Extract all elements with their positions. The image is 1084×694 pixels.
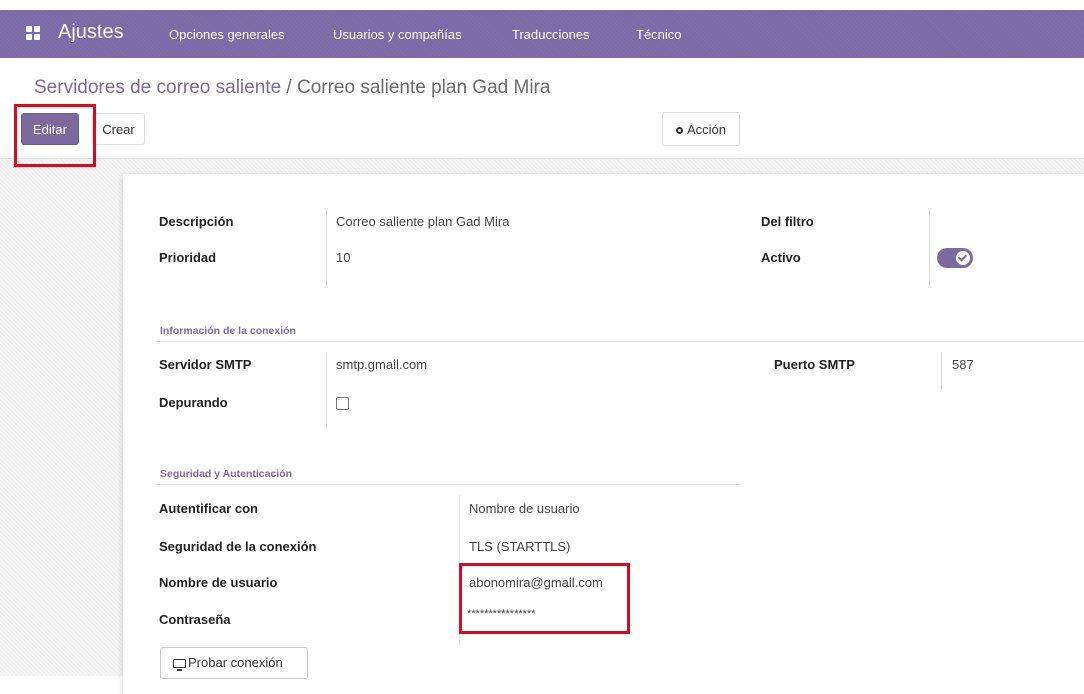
description-label: Descripción bbox=[159, 214, 234, 229]
smtp-port-field[interactable]: 587 bbox=[952, 357, 974, 372]
field-divider bbox=[326, 210, 327, 286]
conn-security-field[interactable]: TLS (STARTTLS) bbox=[469, 539, 570, 554]
breadcrumb-separator: / bbox=[286, 77, 292, 98]
active-label: Activo bbox=[761, 250, 801, 265]
debug-label: Depurando bbox=[159, 395, 228, 410]
smtp-server-label: Servidor SMTP bbox=[159, 357, 252, 372]
breadcrumb: Servidores de correo saliente / Correo s… bbox=[34, 77, 550, 99]
action-button-label: Acción bbox=[686, 122, 727, 137]
section-divider bbox=[156, 484, 740, 485]
auth-field[interactable]: Nombre de usuario bbox=[469, 501, 580, 516]
auth-label: Autentificar con bbox=[159, 501, 258, 516]
menu-usuarios-companias[interactable]: Usuarios y compañías bbox=[333, 27, 462, 42]
action-button[interactable]: Acción bbox=[662, 112, 740, 146]
section-divider bbox=[156, 341, 1084, 342]
app-title[interactable]: Ajustes bbox=[58, 21, 124, 44]
highlight-box-edit bbox=[14, 104, 96, 167]
password-label: Contraseña bbox=[159, 612, 231, 627]
apps-grid-icon[interactable] bbox=[26, 26, 40, 40]
smtp-port-label: Puerto SMTP bbox=[774, 357, 855, 372]
highlight-box-credentials bbox=[459, 563, 630, 634]
filter-label: Del filtro bbox=[761, 214, 814, 229]
description-field[interactable]: Correo saliente plan Gad Mira bbox=[336, 214, 509, 229]
connection-section-title: Información de la conexión bbox=[160, 325, 296, 337]
security-section-title: Seguridad y Autenticación bbox=[160, 468, 293, 480]
breadcrumb-current: Correo saliente plan Gad Mira bbox=[296, 77, 551, 98]
checkmark-icon bbox=[957, 252, 968, 262]
debug-checkbox[interactable] bbox=[336, 397, 349, 410]
toggle-knob bbox=[956, 251, 970, 265]
monitor-icon bbox=[173, 659, 186, 671]
username-label: Nombre de usuario bbox=[159, 575, 278, 590]
top-navbar: Ajustes Opciones generales Usuarios y co… bbox=[0, 10, 1084, 58]
test-connection-label: Probar conexión bbox=[188, 655, 283, 670]
menu-traducciones[interactable]: Traducciones bbox=[512, 27, 590, 42]
test-connection-button[interactable]: Probar conexión bbox=[160, 647, 308, 679]
field-divider bbox=[941, 352, 942, 390]
breadcrumb-parent-link[interactable]: Servidores de correo saliente bbox=[34, 77, 281, 98]
menu-opciones-generales[interactable]: Opciones generales bbox=[169, 27, 285, 42]
create-button[interactable]: Crear bbox=[92, 113, 145, 145]
priority-field[interactable]: 10 bbox=[336, 250, 350, 265]
gear-icon bbox=[675, 127, 683, 134]
conn-security-label: Seguridad de la conexión bbox=[159, 539, 317, 554]
field-divider bbox=[326, 352, 327, 428]
priority-label: Prioridad bbox=[159, 250, 217, 265]
menu-tecnico[interactable]: Técnico bbox=[636, 27, 682, 42]
smtp-server-field[interactable]: smtp.gmail.com bbox=[336, 357, 427, 372]
active-toggle[interactable] bbox=[937, 248, 973, 268]
field-divider bbox=[929, 210, 930, 286]
